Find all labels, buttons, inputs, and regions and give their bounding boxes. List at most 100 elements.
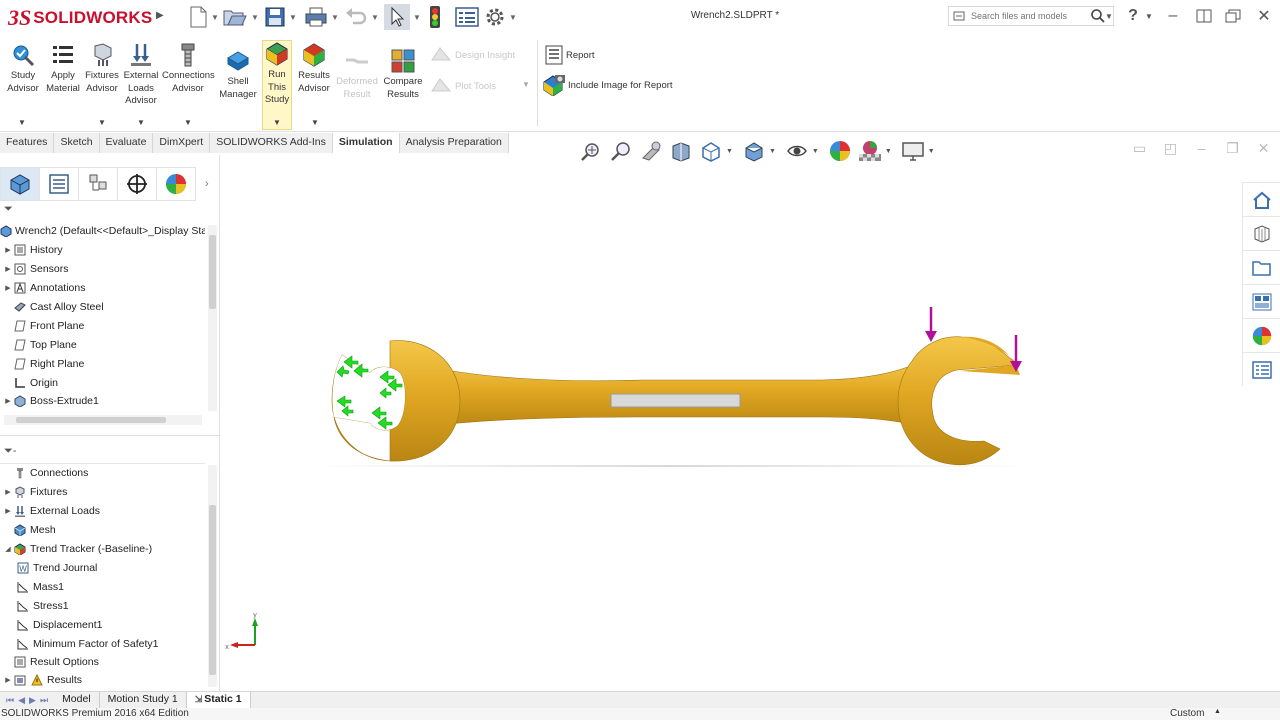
tree-item-top-plane[interactable]: Top Plane (0, 336, 205, 354)
expand-icon[interactable]: ▶ (3, 284, 13, 292)
tree-item-annotations[interactable]: ▶ Annotations (0, 279, 205, 297)
feature-tree-scrollbar[interactable] (208, 225, 217, 411)
wrench-model[interactable] (331, 336, 1020, 466)
save-button[interactable]: ▼ (264, 4, 297, 30)
tab-dimxpert[interactable]: DimXpert (153, 133, 211, 153)
restore-icon[interactable]: ❐ (1217, 140, 1248, 157)
menu-expand-arrow-icon[interactable]: ▶ (156, 10, 164, 21)
tab-motion-study-1[interactable]: Motion Study 1 (100, 692, 187, 708)
expand-icon[interactable]: ▶ (3, 676, 13, 684)
design-insight-button[interactable]: Design Insight (430, 46, 515, 64)
print-button[interactable]: ▼ (304, 4, 339, 30)
chevron-down-icon[interactable]: ▼ (98, 118, 106, 127)
tree-root[interactable]: Wrench2 (Default<<Default>_Display Stat (0, 222, 205, 240)
chevron-down-icon[interactable]: ▼ (1103, 4, 1115, 28)
scrollbar-thumb[interactable] (16, 417, 166, 423)
tab-feature-manager[interactable] (0, 167, 40, 201)
close-icon[interactable]: ✕ (1248, 140, 1279, 157)
plot-tools-button[interactable]: Plot Tools (430, 77, 496, 95)
tree-item-history[interactable]: ▶ History (0, 241, 205, 259)
previous-tab-icon[interactable]: ◀ (18, 695, 25, 706)
apply-scene-button[interactable] (855, 137, 885, 165)
select-button[interactable] (384, 4, 410, 30)
chevron-down-icon[interactable]: ▼ (885, 148, 892, 155)
chevron-down-icon[interactable]: ▼ (812, 148, 819, 155)
tree-item-material[interactable]: Cast Alloy Steel (0, 298, 205, 316)
external-loads-advisor-button[interactable]: External Loads Advisor (122, 42, 160, 108)
tile-button[interactable] (1191, 4, 1217, 28)
tab-dimxpert-manager[interactable] (117, 167, 157, 201)
tab-solidworks-add-ins[interactable]: SOLIDWORKS Add-Ins (210, 133, 333, 153)
sim-item-min-factor-of-safety1[interactable]: Minimum Factor of Safety1 (0, 635, 205, 653)
tab-evaluate[interactable]: Evaluate (99, 133, 154, 153)
chevron-down-icon[interactable]: ▼ (273, 118, 281, 127)
scrollbar-thumb[interactable] (209, 235, 216, 309)
solidworks-resources-button[interactable] (1242, 182, 1280, 216)
chevron-down-icon[interactable]: ▼ (1143, 4, 1155, 28)
chevron-down-icon[interactable]: ▼ (371, 13, 379, 22)
include-image-for-report-button[interactable]: Include Image for Report (542, 74, 673, 96)
chevron-down-icon[interactable]: ▼ (18, 118, 26, 127)
units-selector[interactable]: Custom (1170, 708, 1204, 719)
report-button[interactable]: Report (544, 44, 595, 66)
previous-view-button[interactable] (636, 137, 666, 165)
chevron-down-icon[interactable]: ▼ (410, 4, 421, 30)
expand-icon[interactable]: ▶ (3, 507, 13, 515)
new-document-button[interactable]: ▼ (188, 4, 219, 30)
simulation-tree-scrollbar[interactable] (208, 465, 217, 687)
rebuild-button[interactable] (428, 4, 442, 30)
panel-splitter[interactable] (0, 435, 220, 436)
tab-display-manager[interactable] (156, 167, 196, 201)
chevron-down-icon[interactable]: ▼ (184, 118, 192, 127)
shell-manager-button[interactable]: Shell Manager (218, 48, 258, 101)
last-tab-icon[interactable]: ⏭ (40, 695, 48, 706)
tree-item-boss-extrude1[interactable]: ▶ Boss-Extrude1 (0, 392, 205, 410)
expand-icon[interactable]: ▶ (3, 246, 13, 254)
solidworks-logo[interactable]: 3S SOLIDWORKS (8, 5, 152, 30)
search-input[interactable] (971, 11, 1091, 21)
tab-model[interactable]: Model (54, 692, 100, 708)
first-tab-icon[interactable]: ⏮ (6, 695, 14, 706)
chevron-down-icon[interactable]: ▼ (331, 13, 339, 22)
hide-show-items-button[interactable] (782, 137, 812, 165)
open-document-button[interactable]: ▼ (222, 4, 259, 30)
tab-sketch[interactable]: Sketch (54, 133, 100, 153)
tab-static-1[interactable]: ⇲ Static 1 (186, 692, 251, 708)
chevron-down-icon[interactable]: ▼ (769, 148, 776, 155)
edit-appearance-button[interactable] (825, 137, 855, 165)
file-explorer-button[interactable] (1242, 250, 1280, 284)
results-advisor-button[interactable]: Results Advisor (296, 42, 332, 95)
sim-item-trend-tracker[interactable]: ◢ Trend Tracker (-Baseline-) (0, 540, 205, 558)
tree-item-right-plane[interactable]: Right Plane (0, 355, 205, 373)
chevron-down-icon[interactable]: ▼ (289, 13, 297, 22)
filter-icon[interactable]: ⏷- (4, 445, 16, 458)
minimize-icon[interactable]: – (1186, 140, 1217, 157)
zoom-to-fit-button[interactable] (576, 137, 606, 165)
tree-item-origin[interactable]: Origin (0, 374, 205, 392)
sim-item-stress1[interactable]: Stress1 (0, 597, 205, 615)
scrollbar-thumb[interactable] (209, 505, 216, 675)
graphics-viewport[interactable]: y x (222, 165, 1240, 692)
compare-results-button[interactable]: Compare Results (382, 48, 424, 101)
deformed-result-button[interactable]: Deformed Result (334, 48, 380, 101)
sim-item-results[interactable]: ▶ Results (0, 671, 205, 689)
close-button[interactable]: ✕ (1251, 4, 1277, 28)
restore-button[interactable] (1220, 4, 1246, 28)
fixtures-advisor-button[interactable]: Fixtures Advisor (84, 42, 120, 95)
feature-tree-hscrollbar[interactable] (4, 415, 202, 425)
expand-icon[interactable]: ▶ (3, 265, 13, 273)
chevron-up-icon[interactable]: ▲ (1214, 708, 1221, 715)
chevron-down-icon[interactable]: ▼ (137, 118, 145, 127)
study-advisor-button[interactable]: Study Advisor (4, 42, 42, 95)
appearances-button[interactable] (1242, 318, 1280, 352)
minimize-button[interactable]: – (1160, 4, 1186, 28)
sim-item-fixtures[interactable]: ▶ Fixtures (0, 483, 205, 501)
sim-item-mesh[interactable]: Mesh (0, 521, 205, 539)
chevron-down-icon[interactable]: ▼ (509, 13, 517, 22)
maximize-view-icon[interactable]: ◰ (1155, 140, 1186, 157)
next-tab-icon[interactable]: ▶ (29, 695, 36, 706)
model-canvas[interactable]: y x (222, 165, 1240, 692)
filter-icon[interactable]: ⏷ (4, 203, 13, 216)
tab-simulation[interactable]: Simulation (332, 133, 400, 153)
section-view-button[interactable] (666, 137, 696, 165)
